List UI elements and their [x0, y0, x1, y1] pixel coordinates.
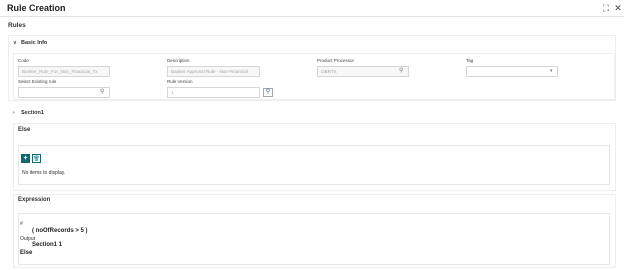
- title-bar: Rule Creation ⛶ ✕: [0, 0, 624, 17]
- chevron-down-icon: ∨: [13, 40, 17, 46]
- search-icon: ⚲: [265, 89, 271, 95]
- empty-message: No items to display.: [22, 170, 66, 176]
- close-icon[interactable]: ✕: [613, 3, 623, 13]
- code-label: Code: [18, 58, 29, 63]
- chevron-right-icon: ›: [13, 110, 15, 116]
- else-items-box: [18, 145, 610, 185]
- page-label: Rules: [8, 22, 26, 29]
- window-title: Rule Creation: [7, 3, 66, 13]
- code-field[interactable]: Banker_Rule_For_Non_Financial_Tx: [18, 66, 110, 77]
- rule-version-label: Rule Version: [167, 79, 193, 84]
- plus-icon: +: [23, 155, 28, 162]
- product-processor-field[interactable]: OBRTX: [317, 66, 409, 77]
- select-existing-rule-field[interactable]: [18, 87, 110, 98]
- trash-icon: 🗑: [33, 156, 40, 162]
- output-value: Section1 1: [32, 242, 63, 248]
- maximize-icon[interactable]: ⛶: [601, 3, 611, 13]
- delete-button[interactable]: 🗑: [32, 154, 41, 163]
- description-label: Description: [167, 58, 190, 63]
- rule-version-field[interactable]: 1: [167, 87, 260, 98]
- expression-heading: Expression: [18, 197, 51, 203]
- expression-hash: #: [20, 221, 23, 227]
- else-heading: Else: [18, 127, 31, 133]
- search-icon[interactable]: ⚲: [399, 67, 403, 75]
- section1-toggle[interactable]: › Section1: [13, 110, 44, 116]
- tag-select[interactable]: [466, 66, 558, 77]
- tag-label: Tag: [466, 58, 474, 63]
- rule-version-search-button[interactable]: ⚲: [263, 88, 273, 97]
- product-processor-label: Product Processor: [317, 58, 355, 63]
- chevron-down-icon[interactable]: ▾: [550, 67, 553, 75]
- expression-condition: ( noOfRecords > 5 ): [32, 228, 88, 234]
- search-icon[interactable]: ⚲: [100, 88, 104, 96]
- else-label: Else: [20, 250, 33, 256]
- expression-box: [18, 213, 610, 265]
- basic-info-toggle[interactable]: ∨ Basic Info: [13, 40, 47, 46]
- select-existing-rule-label: Select Existing rule: [18, 79, 57, 84]
- add-button[interactable]: +: [21, 154, 30, 163]
- section1-heading: Section1: [21, 110, 44, 116]
- basic-info-heading: Basic Info: [21, 40, 48, 46]
- description-field[interactable]: Banker Approval Rule - Non-Financial: [167, 66, 260, 77]
